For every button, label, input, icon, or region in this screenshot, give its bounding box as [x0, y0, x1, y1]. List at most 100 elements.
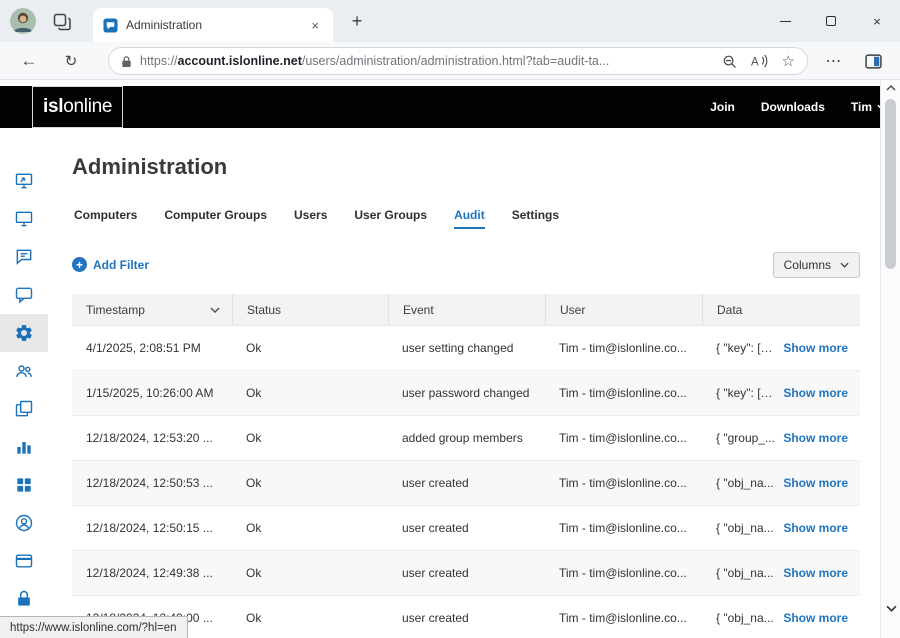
add-filter-button[interactable]: + Add Filter [72, 257, 149, 272]
workspaces-icon[interactable] [52, 12, 72, 32]
refresh-button[interactable]: ↻ [56, 42, 86, 80]
tab-settings[interactable]: Settings [512, 208, 559, 229]
browser-navbar: ← ↻ https://account.islonline.net/users/… [0, 42, 900, 80]
cell-event: user password changed [388, 371, 545, 415]
col-header-label: Status [247, 303, 281, 317]
col-header-user[interactable]: User [545, 294, 702, 325]
show-more-link[interactable]: Show more [783, 431, 848, 445]
table-row: 12/18/2024, 12:53:20 ...Okadded group me… [72, 416, 860, 461]
show-more-link[interactable]: Show more [783, 521, 848, 535]
cell-timestamp: 12/18/2024, 12:53:20 ... [72, 416, 232, 460]
window-controls: × [762, 0, 900, 42]
back-button[interactable]: ← [14, 42, 44, 80]
browser-titlebar: Administration × + × [0, 0, 900, 42]
plus-circle-icon: + [72, 257, 87, 272]
profile-avatar[interactable] [10, 8, 36, 34]
sidebar-item-desktop[interactable] [0, 200, 48, 238]
show-more-link[interactable]: Show more [783, 566, 848, 580]
show-more-link[interactable]: Show more [783, 386, 848, 400]
tab-favicon-icon [103, 18, 118, 33]
sort-chevron-icon[interactable] [210, 307, 220, 313]
scrollbar-thumb[interactable] [885, 99, 896, 269]
address-bar[interactable]: https://account.islonline.net/users/admi… [108, 47, 808, 75]
maximize-button[interactable] [808, 0, 854, 42]
tab-close-icon[interactable]: × [307, 17, 323, 34]
col-header-label: Event [403, 303, 434, 317]
cell-user: Tim - tim@islonline.co... [545, 416, 702, 460]
main-content: Administration Computers Computer Groups… [48, 128, 880, 638]
nav-downloads[interactable]: Downloads [761, 100, 825, 114]
tab-computer-groups[interactable]: Computer Groups [164, 208, 267, 229]
cell-user: Tim - tim@islonline.co... [545, 461, 702, 505]
sidebar-item-users[interactable] [0, 352, 48, 390]
table-row: 12/18/2024, 12:49:00 ...Okuser createdTi… [72, 596, 860, 638]
sidebar-item-settings[interactable] [0, 314, 48, 352]
data-json-preview: { "obj_na... [716, 611, 774, 625]
cell-event: user created [388, 596, 545, 638]
cell-timestamp: 12/18/2024, 12:50:15 ... [72, 506, 232, 550]
browser-menu-icon[interactable]: ⋯ [820, 42, 848, 80]
sidebar-item-remote-desktop[interactable] [0, 162, 48, 200]
cell-timestamp: 4/1/2025, 2:08:51 PM [72, 326, 232, 370]
page-title: Administration [72, 154, 227, 180]
bar-chart-icon [14, 437, 34, 457]
url-scheme: https:// [140, 54, 178, 68]
col-header-event[interactable]: Event [388, 294, 545, 325]
lock-icon[interactable] [121, 55, 132, 68]
scroll-down-icon[interactable] [881, 605, 900, 612]
sidebar-item-sessions[interactable] [0, 390, 48, 428]
cell-user: Tim - tim@islonline.co... [545, 506, 702, 550]
table-row: 1/15/2025, 10:26:00 AMOkuser password ch… [72, 371, 860, 416]
add-filter-label: Add Filter [93, 258, 149, 272]
split-screen-icon[interactable] [858, 42, 888, 80]
col-header-label: Data [717, 303, 742, 317]
sidebar-item-chat[interactable] [0, 238, 48, 276]
columns-button[interactable]: Columns [773, 252, 860, 278]
sidebar-item-apps[interactable] [0, 466, 48, 504]
cell-data: { "group_... Show more [702, 416, 860, 460]
tab-audit[interactable]: Audit [454, 208, 485, 229]
avatar-image [10, 8, 36, 34]
address-bar-actions: A ☆ [722, 52, 795, 70]
col-header-label: Timestamp [86, 303, 145, 317]
minimize-icon [780, 21, 791, 22]
tab-user-groups[interactable]: User Groups [354, 208, 427, 229]
show-more-link[interactable]: Show more [783, 476, 848, 490]
sidebar-item-security[interactable] [0, 580, 48, 618]
data-json-preview: { "obj_na... [716, 476, 774, 490]
tab-computers[interactable]: Computers [74, 208, 137, 229]
cell-timestamp: 1/15/2025, 10:26:00 AM [72, 371, 232, 415]
isl-online-logo[interactable]: islonline [32, 86, 123, 128]
new-tab-button[interactable]: + [345, 9, 369, 33]
zoom-out-icon[interactable] [722, 54, 737, 69]
tab-users[interactable]: Users [294, 208, 327, 229]
cell-data: { "obj_na...Show more [702, 551, 860, 595]
cell-user: Tim - tim@islonline.co... [545, 326, 702, 370]
cell-data: { "obj_na... Show more [702, 596, 860, 638]
show-more-link[interactable]: Show more [783, 341, 848, 355]
sidebar-item-account[interactable] [0, 504, 48, 542]
sidebar-item-message[interactable] [0, 276, 48, 314]
col-header-status[interactable]: Status [232, 294, 388, 325]
scroll-up-icon[interactable] [881, 85, 900, 91]
nav-join[interactable]: Join [710, 100, 735, 114]
col-header-timestamp[interactable]: Timestamp [72, 294, 232, 325]
col-header-data[interactable]: Data [702, 294, 860, 325]
read-aloud-icon[interactable]: A [751, 54, 768, 68]
cell-data: { "obj_na...Show more [702, 506, 860, 550]
browser-tab[interactable]: Administration × [93, 8, 333, 42]
table-row: 12/18/2024, 12:50:15 ...Okuser createdTi… [72, 506, 860, 551]
show-more-link[interactable]: Show more [783, 611, 848, 625]
minimize-button[interactable] [762, 0, 808, 42]
cell-event: added group members [388, 416, 545, 460]
sidebar-item-billing[interactable] [0, 542, 48, 580]
sidebar-item-reports[interactable] [0, 428, 48, 466]
apps-grid-icon [14, 475, 34, 495]
cell-event: user created [388, 551, 545, 595]
favorites-star-icon[interactable]: ☆ [782, 52, 795, 70]
data-json-preview: { "key": [ "... [716, 341, 775, 355]
settings-gear-icon [14, 323, 34, 343]
close-window-button[interactable]: × [854, 0, 900, 42]
cell-timestamp: 12/18/2024, 12:50:53 ... [72, 461, 232, 505]
data-json-preview: { "group_... [716, 431, 775, 445]
